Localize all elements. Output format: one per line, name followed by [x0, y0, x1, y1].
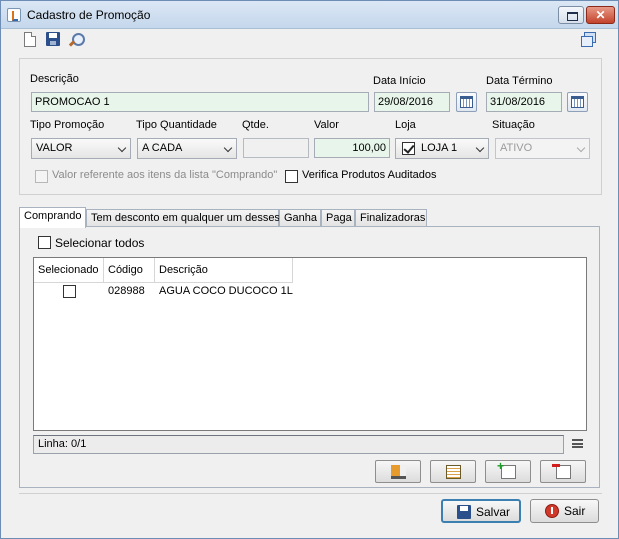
calendar-icon: [460, 96, 473, 108]
row-codigo: 028988: [108, 285, 145, 297]
column-header-selecionado[interactable]: Selecionado: [34, 258, 104, 283]
data-inicio-calendar-button[interactable]: [456, 92, 477, 112]
qtde-input[interactable]: [243, 138, 309, 158]
truck-icon: [391, 465, 406, 479]
chevron-down-icon: [576, 143, 586, 153]
add-item-button[interactable]: [485, 459, 531, 483]
tipo-promocao-label: Tipo Promoção: [30, 119, 105, 131]
tab-tem-desconto[interactable]: Tem desconto em qualquer um desses: [86, 209, 280, 227]
tipo-quantidade-select[interactable]: A CADA: [137, 138, 237, 159]
tab-comprando[interactable]: Comprando: [19, 207, 86, 228]
chevron-down-icon: [223, 143, 233, 153]
qtde-label: Qtde.: [242, 119, 269, 131]
loja-label: Loja: [395, 119, 416, 131]
exit-button[interactable]: Sair: [530, 499, 599, 523]
data-termino-label: Data Término: [486, 75, 553, 87]
row-descricao: AGUA COCO DUCOCO 1L: [159, 285, 293, 297]
data-inicio-input[interactable]: 29/08/2016: [374, 92, 450, 112]
promotion-form-panel: Descrição PROMOCAO 1 Data Início 29/08/2…: [19, 58, 602, 195]
save-button[interactable]: Salvar: [441, 499, 521, 523]
tab-paga[interactable]: Paga: [321, 209, 355, 227]
row-selected-checkbox[interactable]: [63, 285, 76, 298]
column-header-descricao[interactable]: Descrição: [155, 258, 293, 283]
valor-referente-checkbox[interactable]: [35, 170, 48, 183]
save-icon: [457, 505, 471, 519]
situacao-select[interactable]: ATIVO: [495, 138, 590, 159]
add-icon: [497, 459, 516, 479]
tab-ganha[interactable]: Ganha: [279, 209, 321, 227]
list-icon: [446, 465, 461, 479]
situacao-label: Situação: [492, 119, 535, 131]
new-document-icon[interactable]: [24, 32, 36, 47]
close-button[interactable]: ✕: [586, 6, 615, 24]
descricao-input[interactable]: PROMOCAO 1: [31, 92, 369, 112]
footer-divider: [19, 493, 602, 494]
close-icon: ✕: [595, 8, 606, 22]
import-list-button[interactable]: [430, 460, 476, 483]
tipo-quantidade-label: Tipo Quantidade: [136, 119, 217, 131]
java-app-icon: [7, 8, 21, 22]
situacao-value: ATIVO: [500, 142, 533, 154]
select-all-label: Selecionar todos: [55, 236, 145, 250]
title-bar: Cadastro de Promoção ✕: [1, 1, 618, 29]
minimize-button[interactable]: [558, 6, 584, 24]
menu-lines-icon[interactable]: [572, 439, 583, 448]
data-termino-input[interactable]: 31/08/2016: [486, 92, 562, 112]
comprando-tab-panel: Selecionar todos Selecionado Código Desc…: [19, 226, 600, 488]
verifica-auditados-checkbox[interactable]: [285, 170, 298, 183]
descricao-label: Descrição: [30, 73, 79, 85]
chevron-down-icon: [475, 143, 485, 153]
cadastro-promocao-window: Cadastro de Promoção ✕ Descrição PROMOCA…: [0, 0, 619, 539]
loja-value: LOJA 1: [421, 142, 458, 154]
data-termino-calendar-button[interactable]: [567, 92, 588, 112]
loja-checkbox[interactable]: [402, 142, 415, 155]
supplier-products-button[interactable]: [375, 460, 421, 483]
save-icon[interactable]: [46, 32, 60, 46]
windows-icon[interactable]: [580, 31, 596, 47]
column-header-codigo[interactable]: Código: [104, 258, 155, 283]
window-title: Cadastro de Promoção: [27, 8, 151, 22]
loja-select[interactable]: LOJA 1: [395, 138, 489, 159]
search-icon[interactable]: [68, 32, 85, 48]
exit-icon: [545, 504, 559, 518]
save-button-label: Salvar: [476, 505, 511, 519]
valor-label: Valor: [314, 119, 339, 131]
select-all-checkbox[interactable]: [38, 236, 51, 249]
remove-item-button[interactable]: [540, 460, 586, 483]
valor-referente-label: Valor referente aos itens da lista "Comp…: [52, 169, 278, 181]
exit-button-label: Sair: [564, 504, 586, 518]
products-table: Selecionado Código Descrição 028988 AGUA…: [33, 257, 587, 431]
remove-icon: [552, 464, 571, 479]
row-status-bar: Linha: 0/1: [33, 435, 564, 454]
tipo-quantidade-value: A CADA: [142, 142, 183, 154]
valor-input[interactable]: 100,00: [314, 138, 390, 158]
tipo-promocao-value: VALOR: [36, 142, 73, 154]
tab-finalizadoras[interactable]: Finalizadoras: [355, 209, 427, 227]
chevron-down-icon: [117, 143, 127, 153]
verifica-auditados-label: Verifica Produtos Auditados: [302, 169, 437, 181]
data-inicio-label: Data Início: [373, 75, 426, 87]
calendar-icon: [571, 96, 584, 108]
tipo-promocao-select[interactable]: VALOR: [31, 138, 131, 159]
